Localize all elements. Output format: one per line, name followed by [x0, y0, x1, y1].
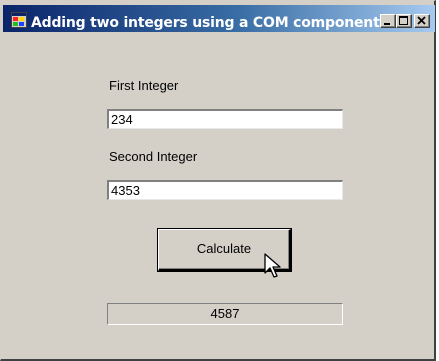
main-window: Adding two integers using a COM componen…: [0, 0, 436, 361]
second-integer-field[interactable]: 4353: [107, 180, 343, 200]
first-integer-field[interactable]: 234: [107, 109, 343, 129]
close-button[interactable]: [414, 14, 430, 28]
second-integer-label: Second Integer: [109, 149, 198, 164]
result-display: 4587: [107, 303, 343, 325]
mouse-pointer-icon: [264, 253, 281, 278]
maximize-icon: [399, 16, 408, 25]
title-bar[interactable]: Adding two integers using a COM componen…: [3, 5, 435, 32]
window-title: Adding two integers using a COM componen…: [31, 15, 380, 31]
minimize-icon: [384, 23, 390, 25]
minimize-button[interactable]: [380, 14, 396, 28]
first-integer-label: First Integer: [109, 78, 179, 93]
app-form-icon[interactable]: [11, 12, 27, 28]
maximize-button[interactable]: [396, 14, 412, 28]
close-icon: [417, 16, 426, 25]
